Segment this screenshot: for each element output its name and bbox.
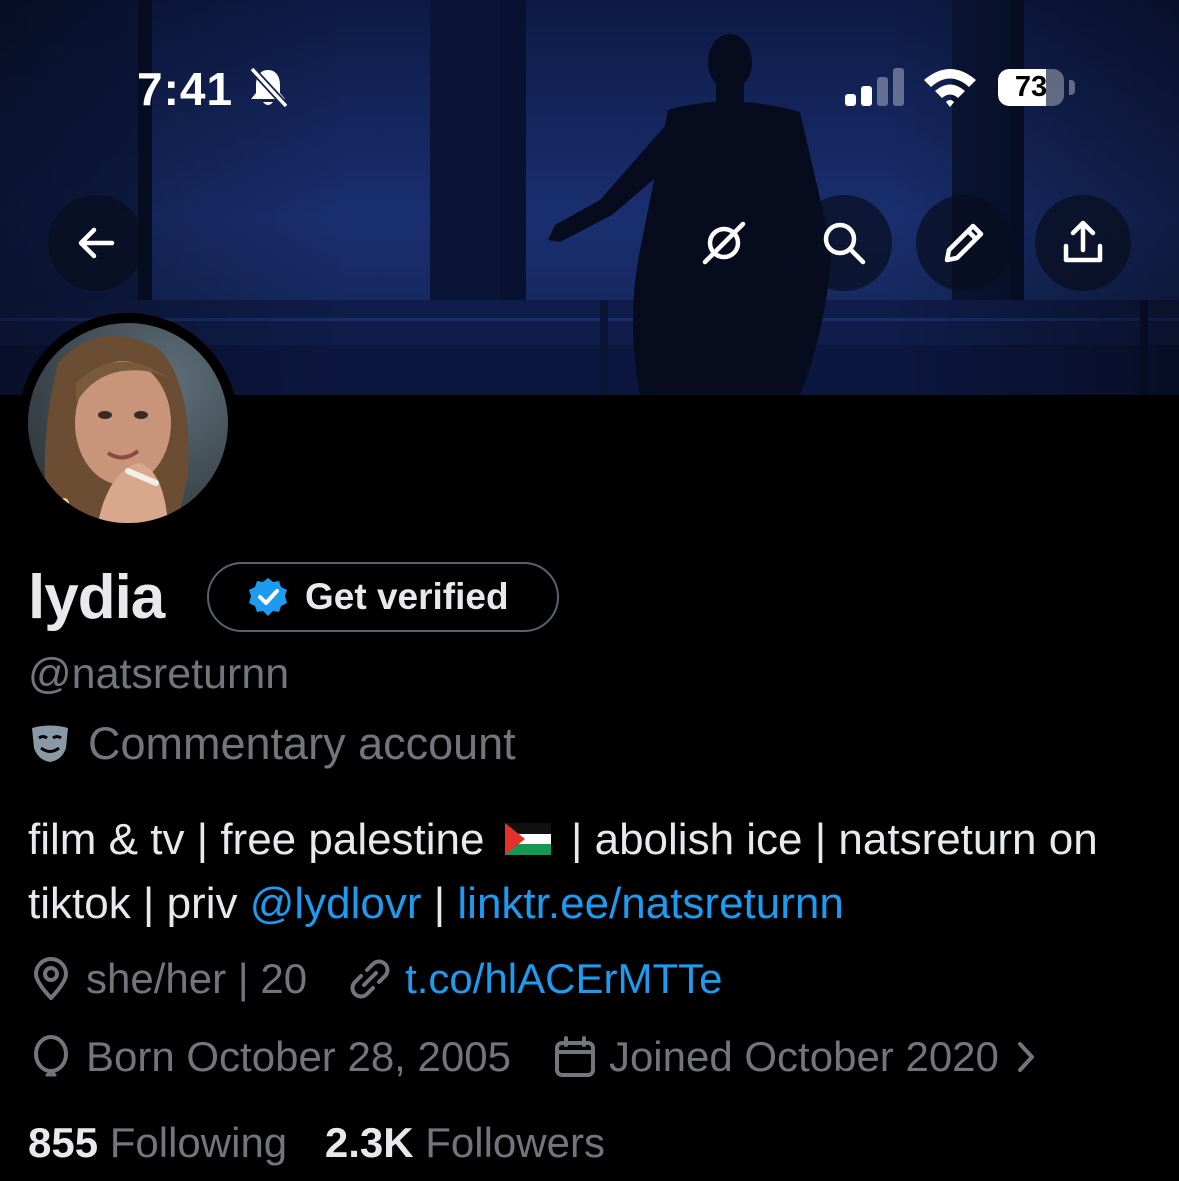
grok-button[interactable] xyxy=(676,195,772,291)
birthday-text: Born October 28, 2005 xyxy=(86,1033,511,1080)
balloon-icon xyxy=(34,1034,68,1077)
bio-text-1: film & tv | free palestine xyxy=(28,815,497,864)
display-name: lydia xyxy=(28,563,165,632)
following-count: 855 xyxy=(28,1119,99,1166)
share-button[interactable] xyxy=(1035,195,1131,291)
profile-meta-row-2: Born October 28, 2005 Joined October 202… xyxy=(28,1033,1037,1081)
arrow-left-icon xyxy=(78,227,115,259)
follow-stats: 855 Following 2.3K Followers xyxy=(28,1119,605,1167)
battery-percent: 73 xyxy=(1014,71,1048,103)
avatar[interactable] xyxy=(18,313,238,533)
followers-label: Followers xyxy=(425,1119,605,1166)
pencil-icon xyxy=(944,223,984,263)
share-icon xyxy=(1063,220,1103,263)
bio-url-link[interactable]: linktr.ee/natsreturnn xyxy=(457,879,843,928)
location-item: she/her | 20 xyxy=(28,955,307,1003)
bell-slash-icon xyxy=(246,66,290,113)
grok-icon xyxy=(702,221,746,265)
joined-text: Joined October 2020 xyxy=(608,1033,999,1080)
edit-button[interactable] xyxy=(916,195,1012,291)
get-verified-label: Get verified xyxy=(305,576,509,617)
location-pin-icon xyxy=(34,957,68,1000)
battery-nub xyxy=(1069,80,1075,95)
search-icon xyxy=(823,222,866,265)
following-label: Following xyxy=(109,1119,288,1166)
website-item[interactable]: t.co/hlACErMTTe xyxy=(347,955,722,1003)
get-verified-button[interactable]: Get verified xyxy=(207,562,559,632)
bio-mention-link[interactable]: @lydlovr xyxy=(250,879,422,928)
joined-item[interactable]: Joined October 2020 xyxy=(553,1033,1037,1081)
user-handle: @natsreturnn xyxy=(28,650,290,698)
followers-count: 2.3K xyxy=(324,1119,414,1166)
back-button[interactable] xyxy=(48,195,144,291)
verified-badge-icon xyxy=(249,578,287,616)
calendar-icon xyxy=(554,1036,595,1077)
website-link[interactable]: t.co/hlACErMTTe xyxy=(405,955,722,1003)
profile-meta-row-1: she/her | 20 t.co/hlACErMTTe xyxy=(28,955,722,1003)
followers-link[interactable]: 2.3K Followers xyxy=(325,1119,605,1166)
wifi-icon xyxy=(922,66,978,113)
palestine-flag-icon xyxy=(504,823,551,856)
battery-icon: 73 xyxy=(998,69,1064,106)
profile-bio: film & tv | free palestine | abolish ice… xyxy=(28,808,1158,936)
search-button[interactable] xyxy=(796,195,892,291)
category-label: Commentary account xyxy=(88,718,516,769)
theater-mask-icon xyxy=(32,725,68,762)
bio-separator: | xyxy=(421,879,458,928)
professional-category[interactable]: Commentary account xyxy=(28,718,516,770)
chevron-right-icon xyxy=(1017,1042,1034,1072)
cellular-signal-icon xyxy=(845,68,905,111)
following-link[interactable]: 855 Following xyxy=(28,1119,287,1166)
birthday-item: Born October 28, 2005 xyxy=(28,1033,511,1081)
location-text: she/her | 20 xyxy=(86,955,308,1002)
avatar-image xyxy=(28,323,228,523)
status-time: 7:41 xyxy=(137,63,234,115)
link-icon xyxy=(350,959,390,999)
